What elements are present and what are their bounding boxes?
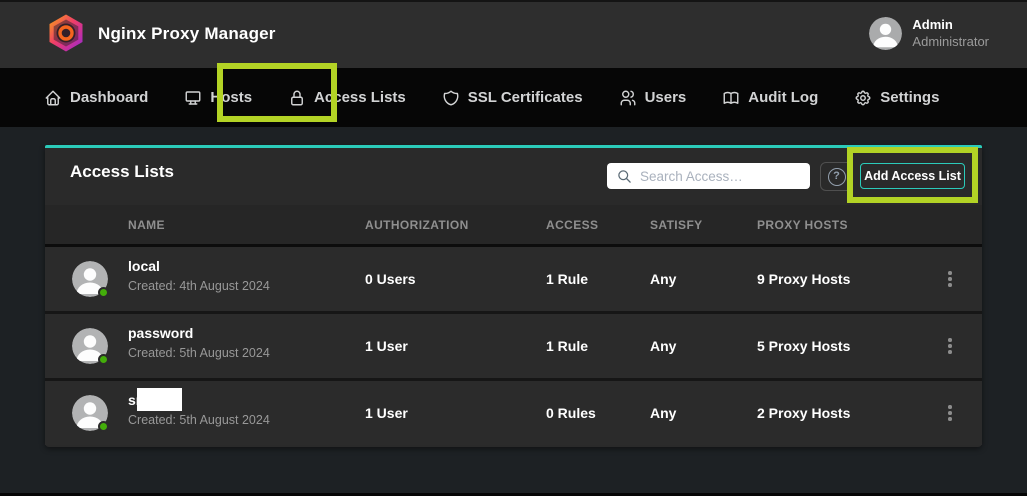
table-row: local Created: 4th August 2024 0 Users 1… xyxy=(45,247,982,311)
cell-satisfy: Any xyxy=(650,247,676,311)
access-lists-panel: Access Lists ? Add Access List NAME AUTH… xyxy=(45,145,982,447)
cell-access: 1 Rule xyxy=(546,314,588,378)
nav-item-users[interactable]: Users xyxy=(619,89,687,107)
nav-item-hosts[interactable]: Hosts xyxy=(184,89,252,107)
help-button[interactable]: ? xyxy=(820,162,853,191)
book-icon xyxy=(722,89,740,107)
status-dot-icon xyxy=(98,287,109,298)
access-list-name: password xyxy=(128,325,270,342)
access-list-created: Created: 5th August 2024 xyxy=(128,413,270,427)
cell-satisfy: Any xyxy=(650,314,676,378)
search-input[interactable] xyxy=(640,169,800,184)
users-icon xyxy=(619,89,637,107)
cell-satisfy: Any xyxy=(650,381,676,445)
lock-icon xyxy=(288,89,306,107)
cell-proxy-hosts: 5 Proxy Hosts xyxy=(757,314,850,378)
table-row: password Created: 5th August 2024 1 User… xyxy=(45,314,982,378)
cell-authorization: 1 User xyxy=(365,314,408,378)
user-role: Administrator xyxy=(912,34,989,50)
panel-title: Access Lists xyxy=(70,162,174,182)
row-actions-menu-icon[interactable] xyxy=(939,381,961,445)
add-access-list-button[interactable]: Add Access List xyxy=(860,163,965,189)
help-icon: ? xyxy=(828,168,846,186)
column-header-name: NAME xyxy=(128,218,165,232)
table-row: sn Created: 5th August 2024 1 User 0 Rul… xyxy=(45,381,982,445)
access-list-created: Created: 5th August 2024 xyxy=(128,346,270,360)
user-avatar xyxy=(869,17,902,50)
access-list-avatar xyxy=(72,328,108,364)
app-title: Nginx Proxy Manager xyxy=(98,0,276,68)
column-header-access: ACCESS xyxy=(546,218,598,232)
column-header-authorization: AUTHORIZATION xyxy=(365,218,469,232)
redaction-box xyxy=(137,388,182,411)
column-header-satisfy: SATISFY xyxy=(650,218,703,232)
nginx-proxy-manager-screen: Nginx Proxy Manager Admin Administrator … xyxy=(0,0,1027,496)
monitor-icon xyxy=(184,89,202,107)
shield-icon xyxy=(442,89,460,107)
topbar: Nginx Proxy Manager Admin Administrator xyxy=(0,0,1027,68)
table-header: NAME AUTHORIZATION ACCESS SATISFY PROXY … xyxy=(45,205,982,244)
column-header-proxy-hosts: PROXY HOSTS xyxy=(757,218,848,232)
status-dot-icon xyxy=(98,354,109,365)
nav-item-audit-log[interactable]: Audit Log xyxy=(722,89,818,107)
nav-item-access-lists[interactable]: Access Lists xyxy=(288,89,406,107)
nav-item-ssl-certificates[interactable]: SSL Certificates xyxy=(442,89,583,107)
cell-access: 1 Rule xyxy=(546,247,588,311)
row-actions-menu-icon[interactable] xyxy=(939,314,961,378)
access-list-avatar xyxy=(72,261,108,297)
row-actions-menu-icon[interactable] xyxy=(939,247,961,311)
cell-authorization: 0 Users xyxy=(365,247,416,311)
cell-access: 0 Rules xyxy=(546,381,596,445)
access-list-name: local xyxy=(128,258,270,275)
app-logo-icon xyxy=(46,13,86,53)
cell-authorization: 1 User xyxy=(365,381,408,445)
access-list-avatar xyxy=(72,395,108,431)
status-dot-icon xyxy=(98,421,109,432)
access-list-created: Created: 4th August 2024 xyxy=(128,279,270,293)
gear-icon xyxy=(854,89,872,107)
search-box xyxy=(607,163,810,189)
home-icon xyxy=(44,89,62,107)
cell-proxy-hosts: 2 Proxy Hosts xyxy=(757,381,850,445)
search-icon xyxy=(617,169,632,184)
user-name: Admin xyxy=(912,17,989,33)
user-menu[interactable]: Admin Administrator xyxy=(869,17,989,50)
nav-item-dashboard[interactable]: Dashboard xyxy=(44,89,148,107)
cell-proxy-hosts: 9 Proxy Hosts xyxy=(757,247,850,311)
nav-item-settings[interactable]: Settings xyxy=(854,89,939,107)
main-nav: Dashboard Hosts Access Lists SSL Certifi… xyxy=(0,68,1027,127)
